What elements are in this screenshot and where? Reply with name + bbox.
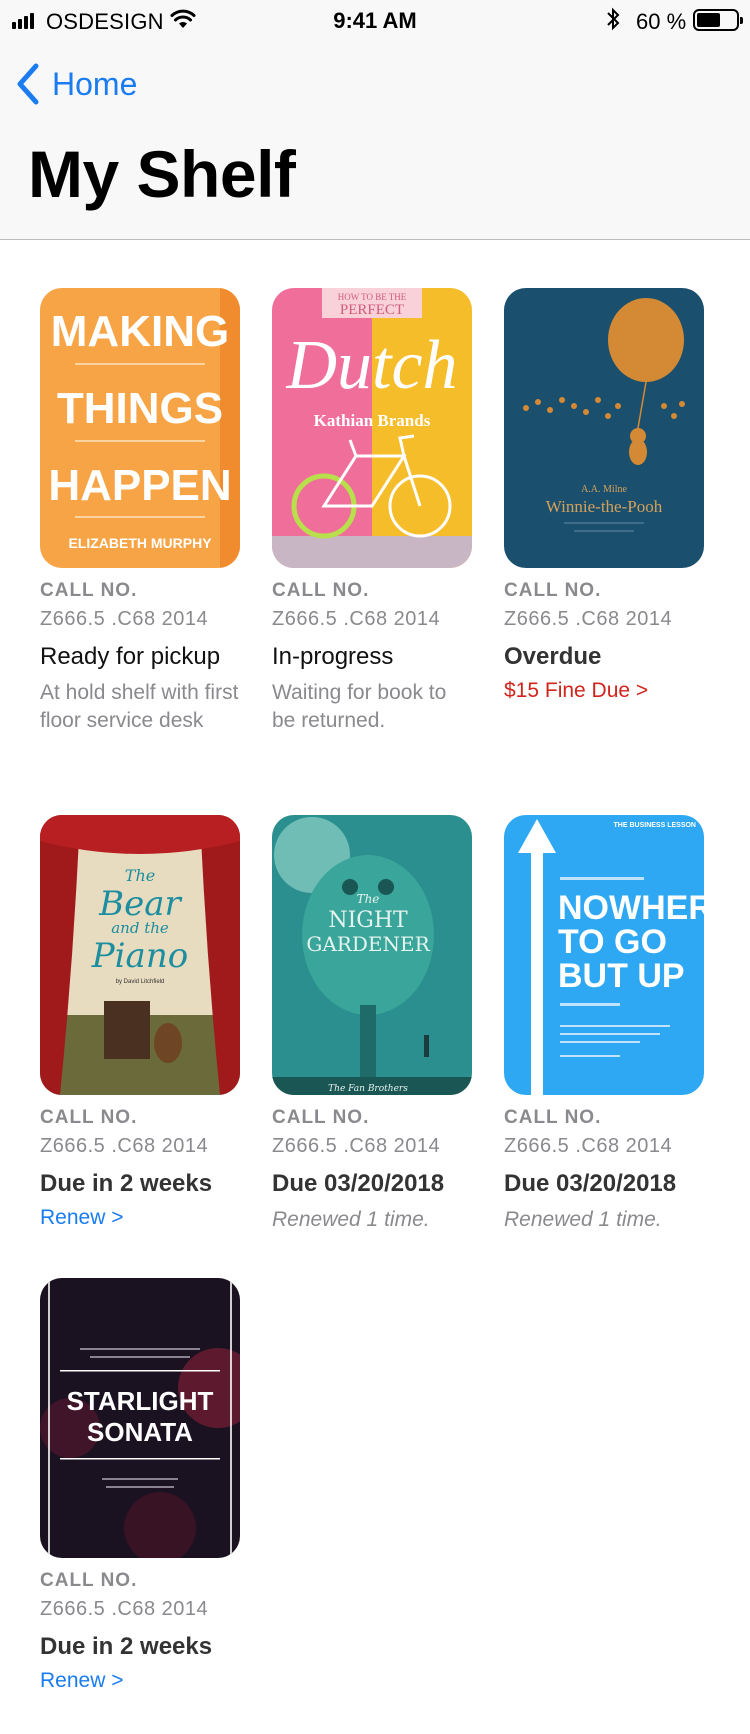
battery-icon: [693, 9, 743, 31]
bluetooth-icon: [606, 7, 620, 37]
cover-subtitle: THE BUSINESS LESSON: [614, 822, 696, 829]
call-number: Z666.5 .C68 2014: [504, 608, 673, 630]
cover-title-line: MAKING: [51, 307, 229, 356]
cover-subtitle: HOW TO BE THE: [338, 292, 407, 302]
fine-due-link[interactable]: $15 Fine Due >: [504, 679, 648, 703]
cover-subtitle: PERFECT: [340, 302, 404, 318]
call-number-label: CALL NO.: [272, 580, 370, 601]
book-cover[interactable]: THE BUSINESS LESSON NOWHERE TO GO BUT UP: [504, 815, 704, 1095]
back-label: Home: [52, 65, 138, 102]
cover-title-line: The: [125, 866, 155, 885]
cover-title-line: TO GO: [558, 923, 667, 961]
cover-author: by David Litchfield: [116, 979, 165, 985]
cover-author: The Fan Brothers: [328, 1084, 408, 1094]
call-number-label: CALL NO.: [40, 580, 138, 601]
loan-status: Due in 2 weeks: [40, 1633, 213, 1660]
renew-link[interactable]: Renew >: [40, 1669, 123, 1693]
cover-title-line: Dutch: [285, 327, 457, 404]
book-item: THE BUSINESS LESSON NOWHERE TO GO BUT UP…: [504, 815, 704, 1234]
book-item: STARLIGHT SONATA CALL NO. Z666.5 .C68 20…: [40, 1278, 240, 1693]
cover-title-line: Bear: [98, 884, 182, 924]
book-cover[interactable]: MAKING THINGS HAPPEN ELIZABETH MURPHY: [40, 288, 240, 568]
call-number: Z666.5 .C68 2014: [504, 1135, 673, 1157]
cover-title-line: Winnie-the-Pooh: [546, 497, 663, 516]
cover-title-line: BUT UP: [558, 957, 685, 995]
status-detail: Renewed 1 time.: [272, 1208, 430, 1231]
call-number-label: CALL NO.: [504, 580, 602, 601]
book-item: HOW TO BE THE PERFECT Dutch Kathian Bran…: [272, 288, 472, 735]
status-detail: At hold shelf with first floor service d…: [40, 681, 239, 732]
status-bar: OSDESIGN 9:41 AM 60 %: [0, 0, 750, 40]
call-number: Z666.5 .C68 2014: [40, 1135, 209, 1157]
loan-status: In-progress: [272, 643, 394, 670]
page-title: My Shelf: [28, 137, 296, 211]
cover-title-line: HAPPEN: [48, 461, 231, 510]
call-number-label: CALL NO.: [504, 1107, 602, 1128]
navigation-header: Home My Shelf: [0, 40, 750, 240]
cover-title-line: Piano: [91, 936, 188, 976]
book-item: MAKING THINGS HAPPEN ELIZABETH MURPHY CA…: [40, 288, 240, 735]
battery-percentage: 60 %: [636, 9, 687, 34]
call-number-label: CALL NO.: [272, 1107, 370, 1128]
renew-link[interactable]: Renew >: [40, 1206, 123, 1230]
call-number: Z666.5 .C68 2014: [272, 608, 441, 630]
loan-status: Due in 2 weeks: [40, 1170, 213, 1197]
call-number: Z666.5 .C68 2014: [272, 1135, 441, 1157]
cover-title-line: and the: [111, 919, 169, 937]
cover-author: A.A. Milne: [581, 484, 627, 495]
chevron-left-icon: [17, 63, 39, 105]
cover-title-line: NIGHT: [328, 908, 408, 933]
book-cover[interactable]: STARLIGHT SONATA: [40, 1278, 240, 1558]
book-cover[interactable]: The NIGHT GARDENER The Fan Brothers: [272, 815, 472, 1095]
book-cover[interactable]: The Bear and the Piano by David Litchfie…: [40, 815, 240, 1095]
cover-title-line: NOWHERE: [558, 889, 704, 927]
status-detail: Waiting for book to be returned.: [272, 681, 447, 732]
call-number-label: CALL NO.: [40, 1107, 138, 1128]
loan-status: Due 03/20/2018: [272, 1170, 445, 1197]
book-item: The Bear and the Piano by David Litchfie…: [40, 815, 240, 1230]
book-cover[interactable]: A.A. Milne Winnie-the-Pooh: [504, 288, 704, 568]
call-number: Z666.5 .C68 2014: [40, 608, 209, 630]
back-button[interactable]: Home: [14, 62, 137, 106]
call-number-label: CALL NO.: [40, 1570, 138, 1591]
cover-title-line: The: [357, 892, 380, 906]
loan-status: Due 03/20/2018: [504, 1170, 677, 1197]
cover-title-line: THINGS: [57, 384, 223, 433]
book-item: The NIGHT GARDENER The Fan Brothers CALL…: [272, 815, 472, 1234]
book-cover[interactable]: HOW TO BE THE PERFECT Dutch Kathian Bran…: [272, 288, 472, 568]
cover-author: ELIZABETH MURPHY: [68, 535, 212, 551]
cover-title-line: SONATA: [87, 1417, 193, 1447]
loan-status: Overdue: [504, 643, 602, 670]
cover-author: Kathian Brands: [314, 411, 431, 430]
call-number: Z666.5 .C68 2014: [40, 1598, 209, 1620]
cover-title-line: STARLIGHT: [67, 1386, 214, 1416]
loan-status: Ready for pickup: [40, 643, 221, 670]
book-item: A.A. Milne Winnie-the-Pooh CALL NO. Z666…: [504, 288, 704, 703]
cover-title-line: GARDENER: [306, 932, 430, 956]
status-detail: Renewed 1 time.: [504, 1208, 662, 1231]
